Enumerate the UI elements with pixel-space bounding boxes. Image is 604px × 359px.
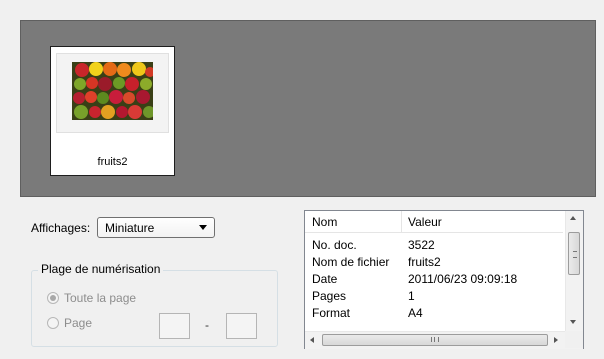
property-name: Nom de fichier — [312, 255, 390, 269]
page-radio[interactable] — [47, 317, 59, 329]
page-from-input[interactable] — [159, 313, 190, 339]
view-mode-select[interactable]: Miniature — [97, 217, 215, 238]
property-name: No. doc. — [312, 238, 357, 252]
radio-selected-dot — [50, 295, 56, 301]
thumbnail-item[interactable]: fruits2 — [50, 46, 175, 176]
scroll-down-icon[interactable] — [570, 320, 576, 324]
vertical-scrollbar[interactable] — [565, 211, 583, 331]
horizontal-scroll-thumb[interactable] — [322, 334, 548, 346]
page-to-input[interactable] — [226, 313, 257, 339]
grip-icon — [573, 251, 577, 258]
fruit-photo-image — [72, 62, 153, 120]
properties-list[interactable]: Nom Valeur No. doc. 3522 Nom de fichier … — [304, 210, 584, 349]
thumbnail-label: fruits2 — [97, 156, 128, 168]
column-header-name[interactable]: Nom — [312, 215, 337, 229]
scroll-up-icon[interactable] — [570, 216, 576, 220]
properties-header: Nom Valeur — [305, 211, 563, 233]
view-mode-value: Miniature — [105, 221, 155, 235]
whole-page-radio-label: Toute la page — [64, 291, 137, 305]
property-value: fruits2 — [408, 255, 441, 269]
scan-range-legend: Plage de numérisation — [38, 262, 164, 276]
vertical-scroll-thumb[interactable] — [568, 232, 580, 275]
horizontal-scrollbar[interactable] — [305, 331, 583, 349]
scroll-right-icon[interactable] — [554, 337, 558, 343]
grip-icon — [431, 337, 439, 342]
table-row[interactable]: Nom de fichier fruits2 — [305, 255, 563, 270]
property-value: A4 — [408, 306, 423, 320]
scroll-left-icon[interactable] — [310, 337, 314, 343]
property-value: 1 — [408, 289, 415, 303]
table-row[interactable]: No. doc. 3522 — [305, 238, 563, 253]
thumbnail-page-preview — [56, 53, 169, 133]
page-radio-label: Page — [64, 316, 93, 330]
thumbnail-viewer[interactable]: fruits2 — [20, 20, 596, 197]
property-name: Pages — [312, 289, 347, 303]
column-divider[interactable] — [401, 211, 402, 232]
page-range-separator: - — [205, 318, 209, 332]
chevron-down-icon — [199, 225, 207, 230]
scrollbar-corner — [565, 331, 583, 348]
whole-page-radio[interactable] — [47, 292, 59, 304]
table-row[interactable]: Pages 1 — [305, 289, 563, 304]
table-row[interactable]: Format A4 — [305, 306, 563, 321]
property-name: Date — [312, 272, 338, 286]
view-mode-label: Affichages: — [31, 221, 91, 235]
property-name: Format — [312, 306, 351, 320]
table-row[interactable]: Date 2011/06/23 09:09:18 — [305, 272, 563, 287]
property-value: 2011/06/23 09:09:18 — [408, 272, 518, 286]
property-value: 3522 — [408, 238, 435, 252]
column-header-value[interactable]: Valeur — [408, 215, 442, 229]
